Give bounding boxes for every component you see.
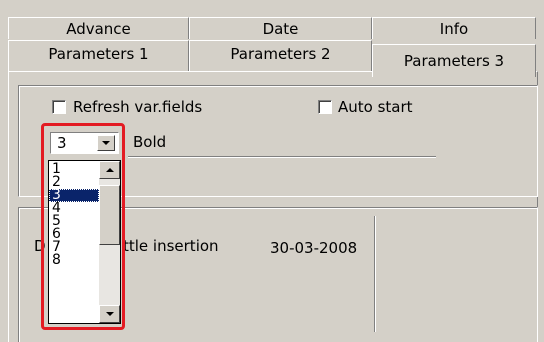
- dropdown-scrollbar[interactable]: [99, 161, 120, 323]
- font-size-dropdown-list[interactable]: 1 2 3 4 5 6 7 8: [48, 160, 121, 324]
- auto-start-label: Auto start: [338, 98, 413, 116]
- chevron-down-icon: [102, 141, 110, 145]
- tab-parameters-2[interactable]: Parameters 2: [189, 40, 372, 71]
- tab-advance[interactable]: Advance: [8, 17, 189, 39]
- font-size-combo-value: 3: [57, 134, 67, 152]
- bold-underline-highlight: [128, 157, 436, 158]
- bold-label: Bold: [133, 133, 167, 151]
- chevron-up-icon: [105, 168, 114, 172]
- tab-parameters-2-label: Parameters 2: [230, 45, 331, 63]
- refresh-var-fields-label: Refresh var.fields: [73, 98, 203, 116]
- font-size-combo[interactable]: 3: [50, 132, 119, 154]
- tab-date[interactable]: Date: [189, 17, 372, 39]
- tab-info[interactable]: Info: [372, 17, 536, 39]
- tab-parameters-1-label: Parameters 1: [48, 45, 149, 63]
- scroll-down-button[interactable]: [99, 305, 120, 323]
- info-label-suffix: ttle insertion: [123, 237, 219, 255]
- chevron-down-icon: [105, 312, 114, 316]
- tab-advance-label: Advance: [66, 19, 131, 38]
- tab-parameters-3[interactable]: Parameters 3: [372, 44, 536, 77]
- info-label-prefix: D: [34, 237, 46, 255]
- refresh-var-fields-checkbox[interactable]: [52, 100, 66, 114]
- tab-info-label: Info: [439, 19, 469, 38]
- tab-parameters-1[interactable]: Parameters 1: [8, 40, 189, 71]
- info-column-separator-highlight: [375, 216, 376, 332]
- auto-start-checkbox[interactable]: [318, 100, 332, 114]
- tab-date-label: Date: [262, 19, 299, 38]
- scroll-up-button[interactable]: [99, 161, 120, 179]
- scroll-thumb[interactable]: [99, 185, 120, 245]
- dropdown-option[interactable]: 8: [49, 253, 99, 267]
- info-date: 30-03-2008: [270, 239, 358, 257]
- font-size-dropdown-button[interactable]: [97, 135, 115, 151]
- tab-parameters-3-label: Parameters 3: [403, 52, 505, 70]
